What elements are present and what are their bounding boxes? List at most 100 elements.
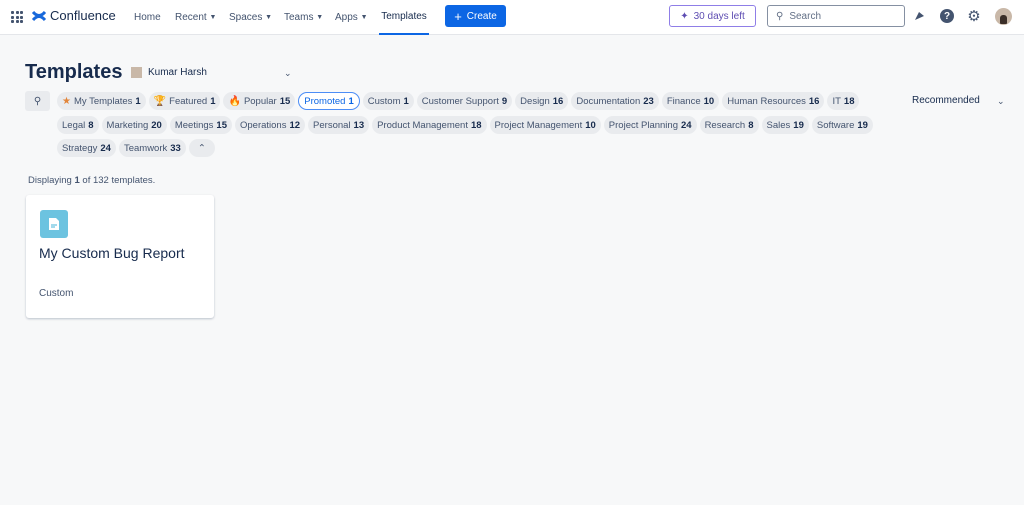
filter-label: My Templates — [73, 95, 133, 107]
filter-row: Legal 8 Marketing 20 Meetings 15 Operations 12 P… — [57, 116, 873, 134]
filter-count: 16 — [808, 95, 820, 107]
trial-button[interactable]: ✦ 30 days left — [669, 5, 756, 27]
filter-chip-finance[interactable]: Finance 10 — [661, 92, 720, 110]
nav-templates[interactable]: Templates — [379, 0, 429, 35]
nav-home[interactable]: Home — [134, 0, 161, 35]
filter-chip-human-resources[interactable]: Human Resources 16 — [722, 92, 825, 110]
filter-count: 1 — [135, 95, 141, 107]
owner-selector[interactable]: Kumar Harsh — [131, 67, 207, 78]
filter-chip-personal[interactable]: Personal 13 — [308, 116, 370, 134]
filter-search-button[interactable]: ⚲ — [25, 91, 50, 111]
filter-chip-popular[interactable]: 🔥 Popular 15 — [223, 92, 296, 110]
template-card[interactable]: My Custom Bug Report Custom — [26, 195, 214, 318]
filter-label: Promoted — [304, 95, 346, 107]
avatar[interactable] — [995, 8, 1012, 25]
filter-chip-it[interactable]: IT 18 — [827, 92, 860, 110]
filter-label: Product Management — [377, 119, 468, 131]
notifications-icon[interactable] — [912, 9, 926, 23]
fire-icon: 🔥 — [228, 95, 241, 107]
page-title: Templates — [25, 61, 123, 83]
filter-label: Featured — [169, 95, 208, 107]
filter-chip-teamwork[interactable]: Teamwork 33 — [118, 139, 186, 157]
filter-chip-featured[interactable]: 🏆 Featured 1 — [148, 92, 221, 110]
filter-chip-project-management[interactable]: Project Management 10 — [489, 116, 601, 134]
filter-count: 10 — [585, 119, 596, 131]
owner-avatar — [131, 67, 142, 78]
filter-label: Human Resources — [727, 95, 806, 107]
nav-teams[interactable]: Teams ▼ — [284, 0, 323, 35]
filter-label: Operations — [239, 119, 287, 131]
filter-count: 16 — [552, 95, 564, 107]
filter-chip-meetings[interactable]: Meetings 15 — [169, 116, 232, 134]
filter-count: 1 — [210, 95, 216, 107]
filter-chip-marketing[interactable]: Marketing 20 — [101, 116, 167, 134]
filter-count: 1 — [403, 95, 409, 107]
app-name: Confluence — [50, 8, 116, 23]
create-button[interactable]: + Create — [445, 5, 506, 27]
filter-count: 1 — [348, 95, 354, 107]
trophy-icon: 🏆 — [153, 95, 167, 107]
filter-label: Research — [704, 119, 746, 131]
nav-apps[interactable]: Apps ▼ — [335, 0, 368, 35]
chevron-down-icon: ▼ — [209, 14, 217, 21]
filter-chip-my-templates[interactable]: ★ My Templates 1 — [57, 92, 146, 110]
filter-count: 23 — [643, 95, 654, 107]
plus-icon: + — [454, 8, 462, 24]
filter-chip-promoted[interactable]: Promoted 1 — [298, 92, 360, 110]
filter-label: Custom — [367, 95, 401, 107]
filter-chip-project-planning[interactable]: Project Planning 24 — [603, 116, 697, 134]
confluence-logo-icon — [32, 10, 46, 21]
star-icon: ★ — [62, 95, 71, 107]
filter-chip-design[interactable]: Design 16 — [515, 92, 569, 110]
filter-label: Personal — [313, 119, 351, 131]
filter-label: Strategy — [62, 142, 98, 154]
filter-label: Design — [520, 95, 550, 107]
document-icon — [40, 210, 68, 238]
collapse-filters-chevron-up-icon[interactable]: ⌃ — [188, 139, 215, 157]
template-title: My Custom Bug Report — [39, 245, 185, 261]
search-input[interactable]: ⚲ Search — [767, 5, 905, 27]
filter-row: Strategy 24 Teamwork 33 ⌃ — [57, 139, 215, 157]
filter-chip-custom[interactable]: Custom 1 — [362, 92, 414, 110]
filter-label: Sales — [766, 119, 791, 131]
filter-label: Popular — [243, 95, 277, 107]
filter-label: Project Management — [494, 119, 583, 131]
sort-dropdown[interactable]: Recommended — [912, 95, 980, 106]
sparkle-icon: ✦ — [680, 10, 689, 22]
filter-count: 8 — [88, 119, 94, 131]
filter-chip-customer-support[interactable]: Customer Support 9 — [416, 92, 513, 110]
filter-count: 20 — [151, 119, 162, 131]
chevron-down-icon: ▼ — [265, 14, 273, 21]
search-icon: ⚲ — [33, 95, 42, 107]
filter-chip-software[interactable]: Software 19 — [811, 116, 873, 134]
help-icon[interactable]: ? — [940, 9, 954, 23]
filter-label: Software — [816, 119, 855, 131]
filter-count: 18 — [470, 119, 482, 131]
filter-count: 15 — [216, 119, 227, 131]
filter-chip-research[interactable]: Research 8 — [699, 116, 759, 134]
template-category: Custom — [39, 288, 74, 299]
filter-label: Legal — [62, 119, 86, 131]
filter-count: 13 — [353, 119, 365, 131]
settings-gear-icon[interactable]: ⚙ — [967, 8, 981, 25]
filter-row: ★ My Templates 1 🏆 Featured 1 🔥 Popular 15 Promot… — [57, 92, 860, 110]
chevron-down-icon[interactable]: ⌄ — [284, 68, 292, 79]
filter-label: Marketing — [106, 119, 149, 131]
filter-chip-operations[interactable]: Operations 12 — [234, 116, 306, 134]
filter-label: Meetings — [174, 119, 214, 131]
filter-chip-documentation[interactable]: Documentation 23 — [571, 92, 659, 110]
filter-chip-product-management[interactable]: Product Management 18 — [372, 116, 487, 134]
nav-recent[interactable]: Recent ▼ — [175, 0, 216, 35]
filter-label: Teamwork — [123, 142, 168, 154]
filter-count: 9 — [501, 95, 508, 107]
confluence-logo[interactable]: Confluence — [32, 8, 116, 23]
filter-chip-strategy[interactable]: Strategy 24 — [57, 139, 116, 157]
filter-chip-legal[interactable]: Legal 8 — [57, 116, 99, 134]
app-switcher-icon[interactable] — [11, 11, 23, 23]
nav-spaces[interactable]: Spaces ▼ — [229, 0, 272, 35]
filter-chip-sales[interactable]: Sales 19 — [761, 116, 809, 134]
filter-count: 8 — [748, 119, 754, 131]
filter-count: 12 — [289, 119, 301, 131]
chevron-down-icon[interactable]: ⌄ — [997, 96, 1005, 107]
filter-count: 24 — [100, 142, 111, 154]
